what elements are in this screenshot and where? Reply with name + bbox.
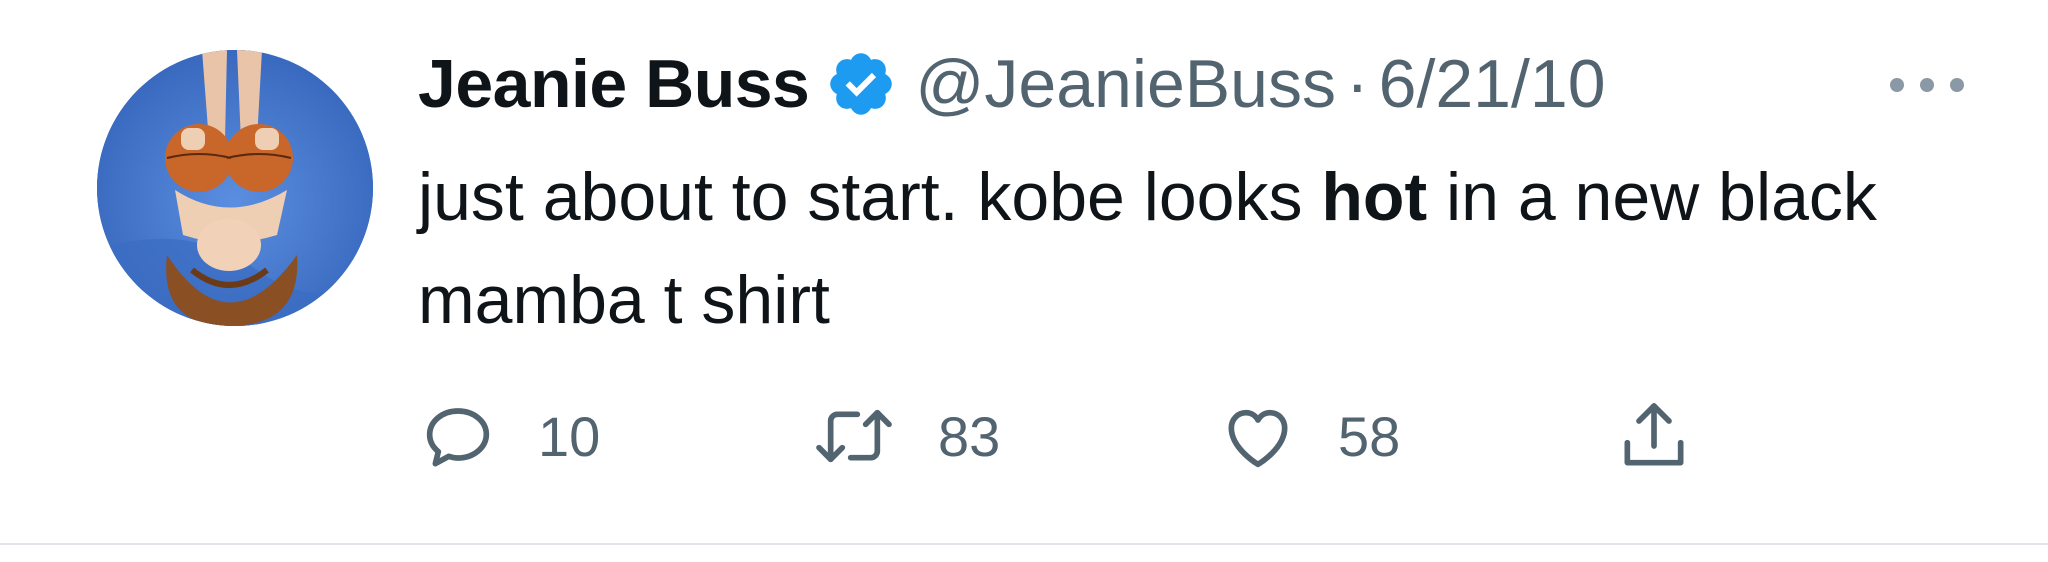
retweet-icon — [810, 396, 898, 476]
reply-count: 10 — [538, 404, 601, 468]
tweet-text-bold: hot — [1321, 159, 1428, 235]
author-handle[interactable]: @JeanieBuss — [915, 45, 1336, 123]
tweet-date[interactable]: 6/21/10 — [1379, 45, 1606, 123]
tweet-card[interactable]: Jeanie Buss @JeanieBuss · 6/21/10 just a… — [0, 0, 2048, 545]
heart-icon — [1218, 396, 1298, 476]
tweet-text-part: just about to start. kobe looks — [418, 159, 1322, 235]
tweet-actions: 10 83 58 — [418, 396, 1718, 476]
like-count: 58 — [1338, 404, 1401, 468]
verified-badge-icon — [825, 48, 897, 120]
author-display-name[interactable]: Jeanie Buss — [418, 45, 810, 123]
share-icon — [1614, 396, 1694, 476]
retweet-button[interactable]: 83 — [810, 396, 1000, 476]
tweet-header: Jeanie Buss @JeanieBuss · 6/21/10 — [418, 36, 1606, 132]
like-button[interactable]: 58 — [1218, 396, 1400, 476]
more-icon[interactable] — [1890, 70, 1964, 100]
reply-icon — [418, 396, 498, 476]
author-avatar[interactable] — [97, 50, 373, 326]
tweet-text: just about to start. kobe looks hot in a… — [418, 146, 1978, 352]
header-separator: · — [1345, 46, 1369, 122]
reply-button[interactable]: 10 — [418, 396, 600, 476]
avatar-photo — [97, 50, 373, 326]
share-button[interactable] — [1614, 396, 1694, 476]
retweet-count: 83 — [938, 404, 1001, 468]
